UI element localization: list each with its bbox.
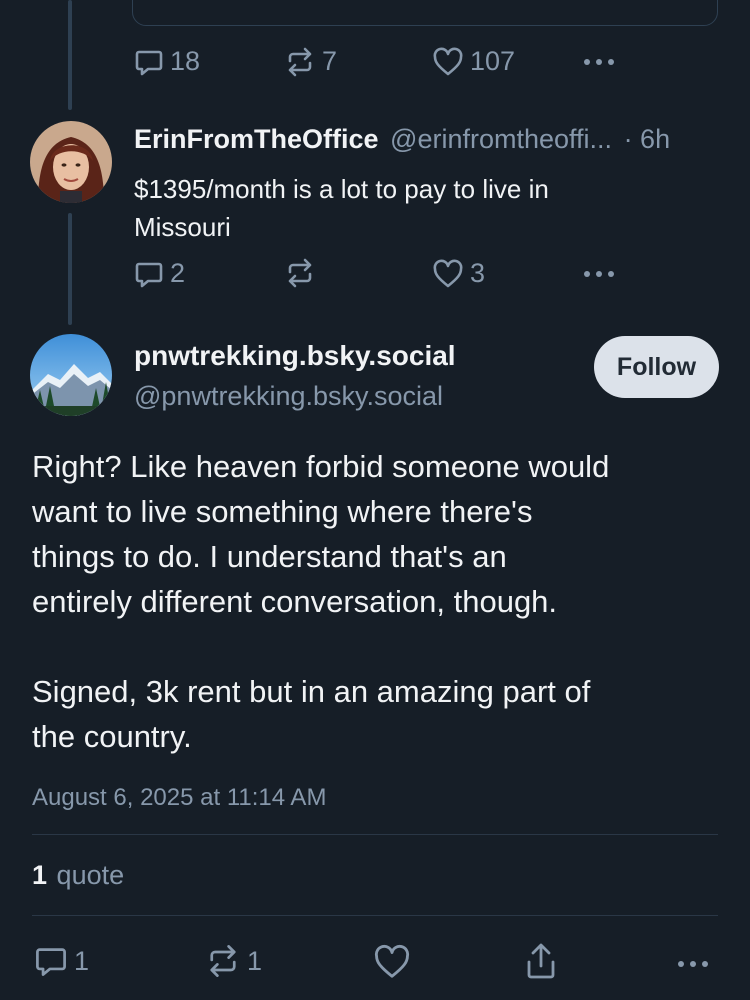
reply-icon xyxy=(135,262,163,287)
erin-like-count: 3 xyxy=(470,258,486,288)
erin-repost-button[interactable] xyxy=(284,258,316,288)
like-icon xyxy=(433,259,463,287)
share-icon xyxy=(527,943,555,979)
erin-display-name[interactable]: ErinFromTheOffice xyxy=(134,124,379,154)
follow-button[interactable]: Follow xyxy=(594,336,719,398)
divider-top xyxy=(32,834,718,835)
main-text-line-4: entirely different conversation, though. xyxy=(32,584,558,619)
erin-reply-count: 2 xyxy=(170,258,186,288)
pnwtrekking-avatar[interactable] xyxy=(30,334,112,416)
repost-icon xyxy=(288,258,312,288)
main-text-line-2: want to live something where there's xyxy=(32,494,533,529)
main-text-line-1: Right? Like heaven forbid someone would xyxy=(32,449,610,484)
main-share-button[interactable] xyxy=(523,942,559,980)
parent-reply-count: 18 xyxy=(170,46,201,76)
erin-post-text: $1395/month is a lot to pay to live in M… xyxy=(134,170,549,246)
like-icon xyxy=(433,47,463,75)
main-like-button[interactable] xyxy=(373,944,411,980)
reply-icon xyxy=(135,50,163,75)
main-text-line-3: things to do. I understand that's an xyxy=(32,539,507,574)
erin-reply-button[interactable]: 2 xyxy=(134,258,185,289)
erin-time[interactable]: · 6h xyxy=(624,124,671,154)
like-icon xyxy=(374,944,410,978)
main-reply-count: 1 xyxy=(74,945,90,976)
more-icon xyxy=(678,961,708,967)
erin-text-line-1: $1395/month is a lot to pay to live in xyxy=(134,174,549,204)
erin-more-button[interactable] xyxy=(581,262,617,286)
parent-reply-button[interactable]: 18 xyxy=(134,46,200,77)
main-text-line-5: Signed, 3k rent but in an amazing part o… xyxy=(32,674,591,709)
repost-icon xyxy=(210,945,236,977)
parent-more-button[interactable] xyxy=(581,50,617,74)
main-display-name[interactable]: pnwtrekking.bsky.social xyxy=(134,340,456,372)
parent-repost-button[interactable]: 7 xyxy=(284,46,337,77)
quoted-post-card[interactable] xyxy=(132,0,718,26)
parent-repost-count: 7 xyxy=(322,46,338,76)
parent-like-button[interactable]: 107 xyxy=(432,46,515,77)
repost-icon xyxy=(288,47,312,76)
quote-label: quote xyxy=(56,860,125,890)
main-text-line-6: the country. xyxy=(32,719,192,754)
erin-avatar[interactable] xyxy=(30,121,112,203)
reply-icon xyxy=(36,948,66,976)
more-icon xyxy=(584,59,614,65)
divider-bottom xyxy=(32,915,718,916)
main-reply-button[interactable]: 1 xyxy=(34,944,89,978)
erin-header: ErinFromTheOffice @erinfromtheoffi... · … xyxy=(134,124,670,155)
quote-count-link[interactable]: 1 quote xyxy=(32,860,124,891)
post-timestamp: August 6, 2025 at 11:14 AM xyxy=(32,784,327,811)
main-post-text: Right? Like heaven forbid someone would … xyxy=(32,444,609,759)
thread-line-middle xyxy=(68,213,72,325)
thread-line-top xyxy=(68,0,72,110)
erin-text-line-2: Missouri xyxy=(134,212,231,242)
main-handle[interactable]: @pnwtrekking.bsky.social xyxy=(134,381,443,412)
parent-like-count: 107 xyxy=(470,46,516,76)
erin-handle[interactable]: @erinfromtheoffi... xyxy=(390,124,612,154)
more-icon xyxy=(584,271,614,277)
main-more-button[interactable] xyxy=(675,952,711,976)
main-repost-count: 1 xyxy=(247,945,263,976)
quote-count: 1 xyxy=(32,860,48,890)
erin-like-button[interactable]: 3 xyxy=(432,258,485,289)
main-repost-button[interactable]: 1 xyxy=(205,944,262,978)
